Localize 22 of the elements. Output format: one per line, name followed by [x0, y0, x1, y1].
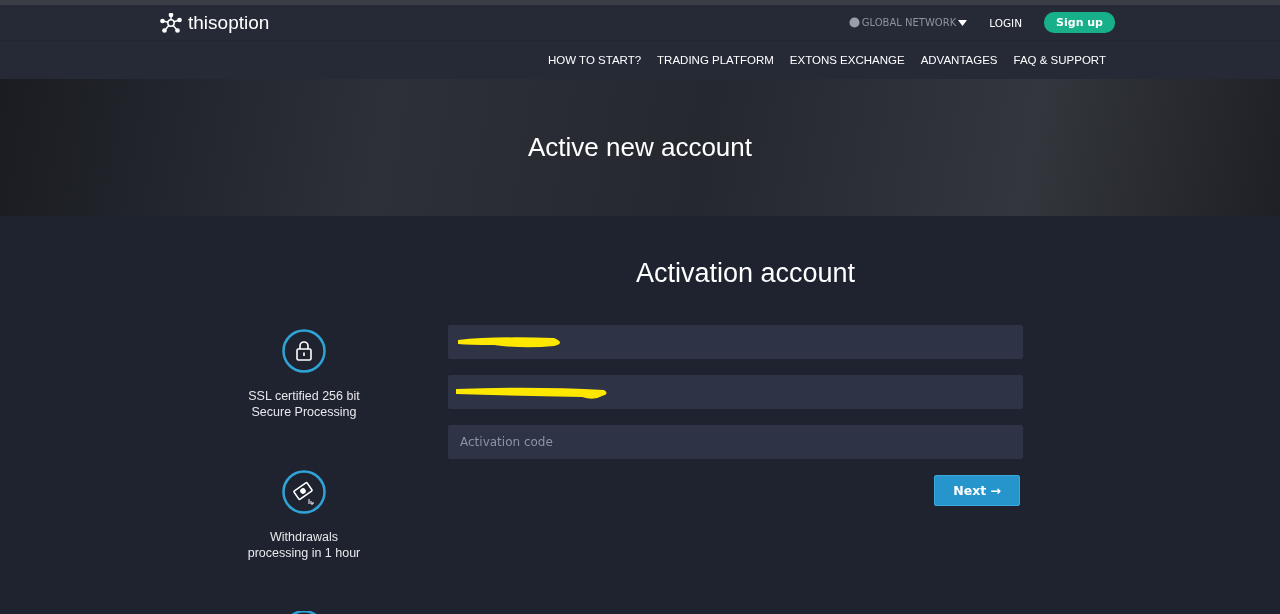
login-link[interactable]: LOGIN — [989, 16, 1023, 29]
input-field[interactable] — [448, 325, 1023, 359]
globe-icon — [848, 17, 860, 28]
feature-text: Secure Processing — [251, 404, 357, 420]
banknote-icon — [282, 470, 326, 514]
hero-title: Active new account — [528, 132, 752, 163]
feature-text: processing in 1 hour — [247, 545, 361, 561]
nav-link[interactable]: FAQ & SUPPORT — [1013, 54, 1106, 66]
logo-text[interactable]: thisoption — [188, 11, 270, 34]
input-field[interactable] — [448, 375, 1023, 409]
logo-icon — [160, 12, 182, 33]
lock-icon — [282, 329, 326, 373]
feature-text: Withdrawals — [269, 529, 339, 545]
form-title: Activation account — [634, 258, 857, 289]
activation-code-field[interactable]: Activation code — [448, 425, 1023, 459]
nav-link[interactable]: TRADING PLATFORM — [657, 54, 774, 66]
nav-link[interactable]: HOW TO START? — [548, 54, 642, 66]
caret-icon — [958, 19, 968, 26]
feature-text: SSL certified 256 bit — [248, 388, 360, 404]
nav-link[interactable]: EXTONS EXCHANGE — [789, 54, 905, 66]
network-dropdown[interactable]: GLOBAL NETWORK — [861, 17, 957, 28]
nav-link[interactable]: ADVANTAGES — [920, 54, 998, 66]
